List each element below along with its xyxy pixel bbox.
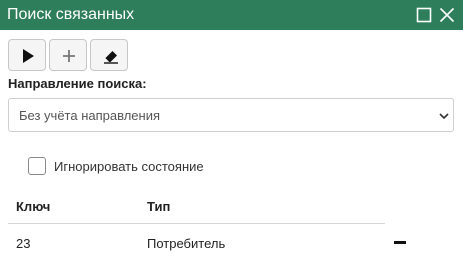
search-direction-label: Направление поиска: [8,76,147,91]
ignore-state-label[interactable]: Игнорировать состояние [54,159,204,174]
table-row: 23 Потребитель [8,226,454,258]
run-search-button[interactable] [8,39,46,71]
window-title: Поиск связанных [7,6,135,23]
search-direction-select[interactable]: Без учёта направления [8,98,454,132]
chevron-down-icon [439,113,449,120]
add-button[interactable] [49,39,87,71]
row-key: 23 [16,236,31,251]
column-header-key: Ключ [16,199,51,214]
row-type: Потребитель [147,236,226,251]
search-direction-value: Без учёта направления [19,108,161,123]
play-icon [23,49,34,63]
table-header-divider [8,223,385,224]
minus-icon[interactable] [392,235,408,249]
plus-icon [63,50,75,62]
clear-button[interactable] [90,39,128,71]
title-bar: Поиск связанных [0,0,463,30]
column-header-type: Тип [147,199,171,214]
maximize-icon[interactable] [416,7,432,23]
eraser-icon [104,51,118,64]
ignore-state-checkbox[interactable] [28,157,46,175]
close-icon[interactable] [439,7,455,23]
